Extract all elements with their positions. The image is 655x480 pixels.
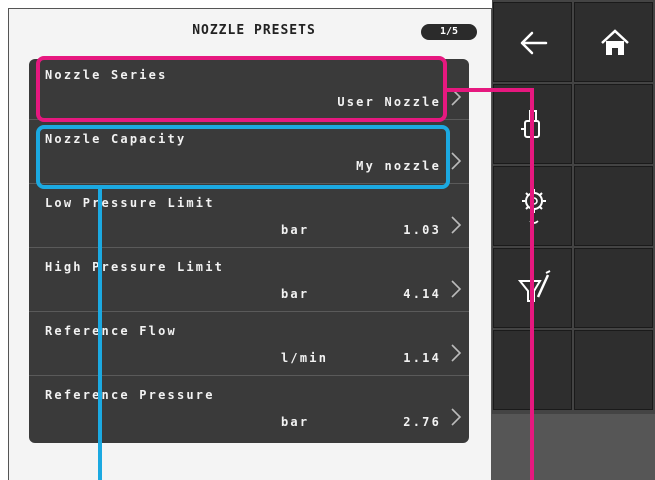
row-value: My nozzle <box>356 159 441 173</box>
nozzle-hand-icon <box>521 110 540 138</box>
list-item-reference-pressure[interactable]: Reference Pressure bar 2.76 <box>29 379 469 440</box>
row-unit: bar <box>281 287 310 301</box>
list-item-reference-flow[interactable]: Reference Flow l/min 1.14 <box>29 315 469 376</box>
list-item-nozzle-capacity[interactable]: Nozzle Capacity My nozzle <box>29 123 469 184</box>
spray-edit-icon <box>517 270 551 302</box>
chevron-right-icon <box>451 280 462 298</box>
arrow-left-icon <box>520 31 548 55</box>
chevron-right-icon <box>451 152 462 170</box>
row-unit: bar <box>281 223 310 237</box>
header: NOZZLE PRESETS 1/5 <box>9 9 493 55</box>
chevron-right-icon <box>451 408 462 426</box>
row-value: 4.14 <box>403 287 441 301</box>
sidebar-blank-button-5[interactable] <box>574 330 653 410</box>
list-item-high-pressure-limit[interactable]: High Pressure Limit bar 4.14 <box>29 251 469 312</box>
nozzle-presets-screen: NOZZLE PRESETS 1/5 Nozzle Series User No… <box>8 8 492 480</box>
chevron-right-icon <box>451 216 462 234</box>
chevron-right-icon <box>451 88 462 106</box>
sidebar-blank-button-4[interactable] <box>493 330 572 410</box>
page-title: NOZZLE PRESETS <box>192 23 316 38</box>
calibration-button[interactable] <box>493 248 572 328</box>
sidebar-blank-button-1[interactable] <box>574 84 653 164</box>
row-unit: bar <box>281 415 310 429</box>
sidebar-blank-button-2[interactable] <box>574 166 653 246</box>
list-item-nozzle-series[interactable]: Nozzle Series User Nozzle <box>29 59 469 120</box>
settings-list: Nozzle Series User Nozzle Nozzle Capacit… <box>29 59 469 443</box>
page-indicator-badge: 1/5 <box>421 24 477 40</box>
sidebar-blank-button-3[interactable] <box>574 248 653 328</box>
row-value: User Nozzle <box>337 95 441 109</box>
row-label: Low Pressure Limit <box>45 196 215 210</box>
gear-icon <box>522 189 546 224</box>
back-button[interactable] <box>493 2 572 82</box>
sidebar-footer-area <box>492 414 655 480</box>
row-label: Nozzle Series <box>45 68 168 82</box>
row-label: High Pressure Limit <box>45 260 225 274</box>
home-button[interactable] <box>574 2 653 82</box>
nozzle-select-button[interactable] <box>493 84 572 164</box>
row-label: Nozzle Capacity <box>45 132 187 146</box>
row-label: Reference Flow <box>45 324 177 338</box>
chevron-right-icon <box>451 344 462 362</box>
sidebar <box>492 0 655 480</box>
settings-button[interactable] <box>493 166 572 246</box>
row-label: Reference Pressure <box>45 388 215 402</box>
row-unit: l/min <box>281 351 329 365</box>
home-icon <box>601 29 629 55</box>
row-value: 1.03 <box>403 223 441 237</box>
row-value: 1.14 <box>403 351 441 365</box>
list-item-low-pressure-limit[interactable]: Low Pressure Limit bar 1.03 <box>29 187 469 248</box>
row-value: 2.76 <box>403 415 441 429</box>
